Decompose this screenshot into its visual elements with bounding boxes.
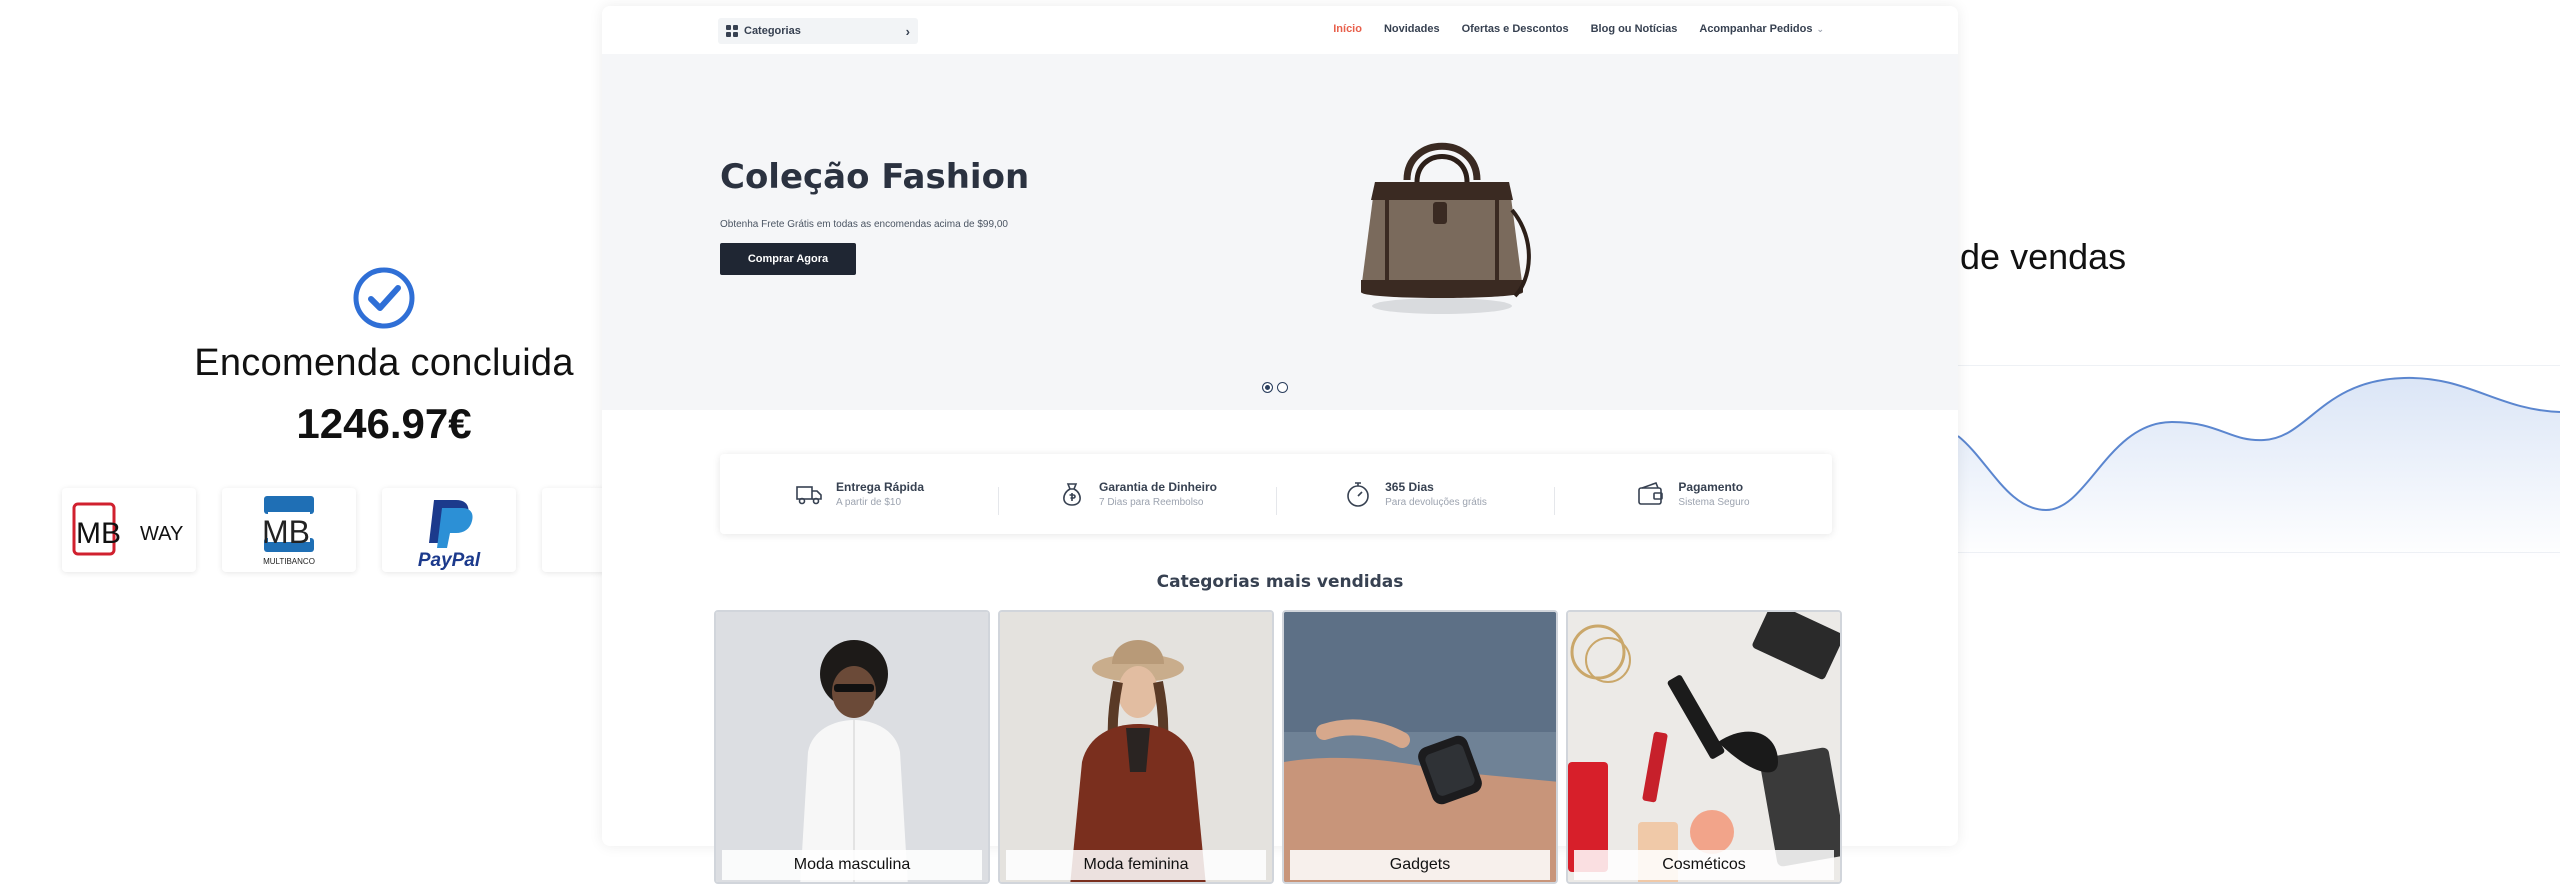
check-circle-icon xyxy=(353,267,415,329)
sales-line-chart xyxy=(1958,376,2560,560)
mbway-way-text: WAY xyxy=(140,523,183,545)
paypal-logo[interactable]: PayPal xyxy=(382,488,516,572)
handbag-image xyxy=(1361,142,1531,314)
feature-subtitle: Sistema Seguro xyxy=(1678,497,1750,508)
hero-subtitle: Obtenha Frete Grátis em todas as encomen… xyxy=(720,219,1008,230)
features-bar: Entrega Rápida A partir de $10 Garantia d… xyxy=(720,454,1832,534)
hero-banner: Coleção Fashion Obtenha Frete Grátis em … xyxy=(602,54,1958,410)
carousel-dot[interactable] xyxy=(1277,382,1288,393)
money-bag-icon xyxy=(1063,483,1081,506)
feature-title: 365 Dias xyxy=(1385,480,1434,494)
nav-link-inicio[interactable]: Início xyxy=(1333,23,1362,35)
feature-subtitle: A partir de $10 xyxy=(835,497,902,508)
chevron-down-icon: ⌄ xyxy=(1816,24,1824,34)
feature-subtitle: 7 Dias para Reembolso xyxy=(1098,497,1204,508)
multibanco-mb-text: MB xyxy=(262,514,310,550)
stopwatch-icon xyxy=(1347,482,1369,507)
category-card-men[interactable]: Moda masculina xyxy=(714,610,990,884)
category-label: Moda masculina xyxy=(722,850,982,880)
categories-button[interactable]: Categorias › xyxy=(718,18,918,44)
category-label: Gadgets xyxy=(1290,850,1550,880)
grid-icon xyxy=(726,25,738,37)
wallet-icon xyxy=(1638,481,1664,505)
sales-area xyxy=(1958,377,2560,560)
men-fashion-image xyxy=(716,612,988,882)
category-label: Moda feminina xyxy=(1006,850,1266,880)
mbway-logo[interactable]: MB WAY xyxy=(62,488,196,572)
feature-item: Pagamento Sistema Seguro xyxy=(1554,479,1832,515)
category-card-women[interactable]: Moda feminina xyxy=(998,610,1274,884)
feature-title: Garantia de Dinheiro xyxy=(1098,480,1218,494)
nav-links: Início Novidades Ofertas e Descontos Blo… xyxy=(1333,23,1824,35)
cosmetics-image xyxy=(1568,612,1840,882)
order-amount: 1246.97€ xyxy=(296,400,472,447)
multibanco-logo[interactable]: MB MULTIBANCO xyxy=(222,488,356,572)
carousel-dot[interactable] xyxy=(1262,382,1273,393)
feature-title: Pagamento xyxy=(1678,480,1744,494)
category-card-cosmetics[interactable]: Cosméticos xyxy=(1566,610,1842,884)
nav-link-ofertas[interactable]: Ofertas e Descontos xyxy=(1462,23,1569,35)
sales-caption: o de vendas xyxy=(1930,236,2127,277)
top-navbar: Categorias › Início Novidades Ofertas e … xyxy=(602,6,1958,54)
order-title: Encomenda concluida xyxy=(194,342,574,384)
category-label: Cosméticos xyxy=(1574,850,1834,880)
category-card-gadgets[interactable]: Gadgets xyxy=(1282,610,1558,884)
nav-link-acompanhar-label: Acompanhar Pedidos xyxy=(1699,23,1813,35)
feature-subtitle: Para devoluções grátis xyxy=(1385,497,1487,508)
carousel-dots xyxy=(1262,382,1288,393)
chevron-right-icon: › xyxy=(905,23,910,39)
feature-item: Entrega Rápida A partir de $10 xyxy=(720,479,998,509)
nav-link-acompanhar[interactable]: Acompanhar Pedidos ⌄ xyxy=(1699,23,1824,35)
shop-now-button[interactable]: Comprar Agora xyxy=(720,243,856,275)
multibanco-sub-text: MULTIBANCO xyxy=(263,557,315,566)
hero-title: Coleção Fashion xyxy=(720,157,1030,197)
smartwatch-image xyxy=(1284,612,1556,882)
feature-item: Garantia de Dinheiro 7 Dias para Reembols… xyxy=(998,479,1276,515)
paypal-text: PayPal xyxy=(418,550,481,571)
women-fashion-image xyxy=(1000,612,1272,882)
categories-label: Categorias xyxy=(744,25,801,37)
truck-icon xyxy=(796,486,822,505)
feature-item: 365 Dias Para devoluções grátis xyxy=(1276,479,1554,515)
nav-link-novidades[interactable]: Novidades xyxy=(1384,23,1440,35)
categories-heading: Categorias mais vendidas xyxy=(1156,572,1404,592)
feature-title: Entrega Rápida xyxy=(835,480,925,494)
nav-link-blog[interactable]: Blog ou Notícias xyxy=(1591,23,1678,35)
mbway-mb-text: MB xyxy=(76,517,121,550)
